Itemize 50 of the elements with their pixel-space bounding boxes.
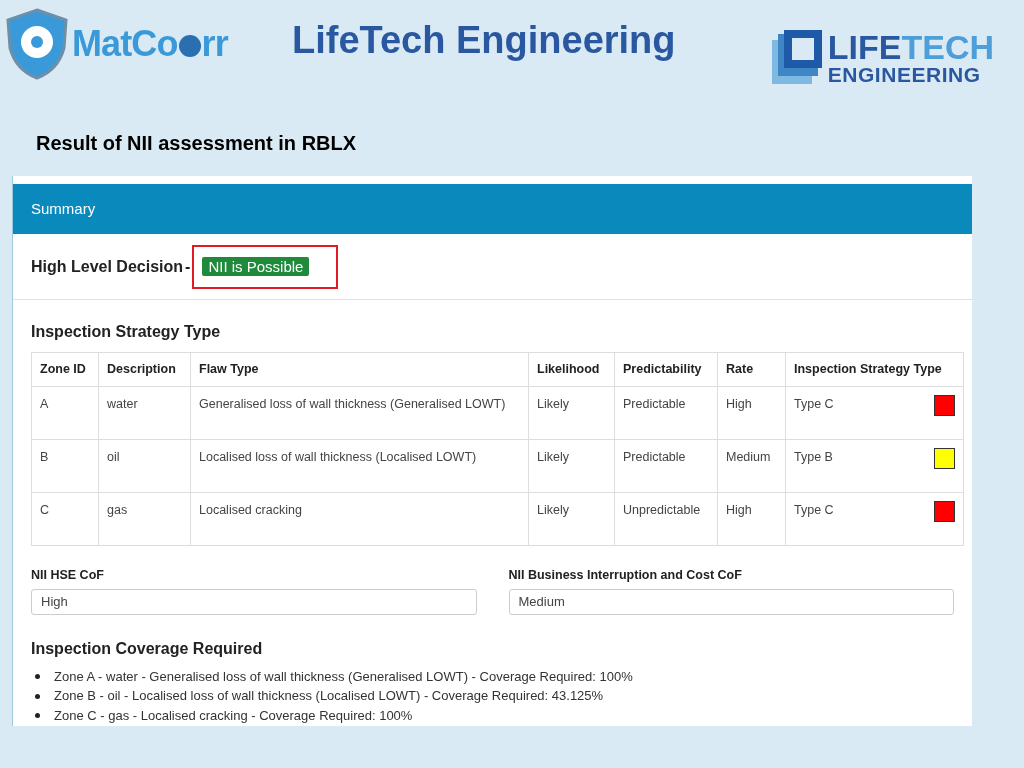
logo-wordmark-bottom: ENGINEERING [827,63,982,85]
table-cell: Likely [528,386,615,440]
bullet-icon [35,713,40,718]
strategy-type: Type C [794,502,834,519]
table-cell: C [31,492,99,546]
stacked-squares-icon [769,28,824,86]
page-title: LifeTech Engineering [291,18,676,63]
table-cell: Unpredictable [614,492,718,546]
field-label: NII Business Interruption and Cost CoF [508,567,743,584]
coverage-item: Zone C - gas - Localised cracking - Coverage Required: 100% [54,706,413,725]
panel-title: Summary [31,198,96,219]
table-cell: Localised cracking [190,492,529,546]
column-header: Description [98,352,191,387]
input-field[interactable]: Medium [508,588,954,615]
table-cell: A [31,386,99,440]
decision-label: High Level Decision [31,256,184,277]
column-header: Zone ID [31,352,99,387]
table-cell: Likely [528,492,615,546]
column-header: Likelihood [528,352,615,387]
separator: - [185,256,191,277]
section-heading: Inspection Coverage Required [31,638,264,659]
table-cell: Localised loss of wall thickness (Localised LOWT) [190,439,529,493]
field-label: NII HSE CoF [31,567,105,584]
coverage-item: Zone A - water - Generalised loss of wall thickness (Generalised LOWT) - Coverage Required: 100% [54,667,633,686]
table-cell: water [98,386,191,440]
table-cell: Generalised loss of wall thickness (Generalised LOWT) [190,386,529,440]
table-cell: Medium [717,439,786,493]
bullet-icon [35,674,40,679]
column-header: Rate [717,352,786,387]
table-cell: B [31,439,99,493]
table-cell: gas [98,492,191,546]
column-header: Predictability [614,352,718,387]
coverage-item: Zone B - oil - Localised loss of wall thickness (Localised LOWT) - Coverage Required: 43.125% [54,687,604,706]
table-cell: Predictable [614,386,718,440]
input-field[interactable]: High [31,588,477,615]
column-header: Inspection Strategy Type [785,352,964,387]
table-cell: oil [98,439,191,493]
section-heading: Inspection Strategy Type [31,322,222,342]
logo-wordmark-top: LIFETECH [827,29,994,64]
table-cell: High [717,492,786,546]
table-cell: Likely [528,439,615,493]
strategy-type: Type B [794,449,833,466]
bullet-icon [35,693,40,699]
table-cell: Predictable [614,439,718,493]
slide-subtitle: Result of NII assessment in RBLX [36,132,357,154]
column-header: Flaw Type [190,352,529,387]
table-cell: High [717,386,786,440]
status-badge: NII is Possible [202,256,310,276]
strategy-type: Type C [794,396,834,413]
logo-wordmark: MatCo rr [72,22,228,66]
